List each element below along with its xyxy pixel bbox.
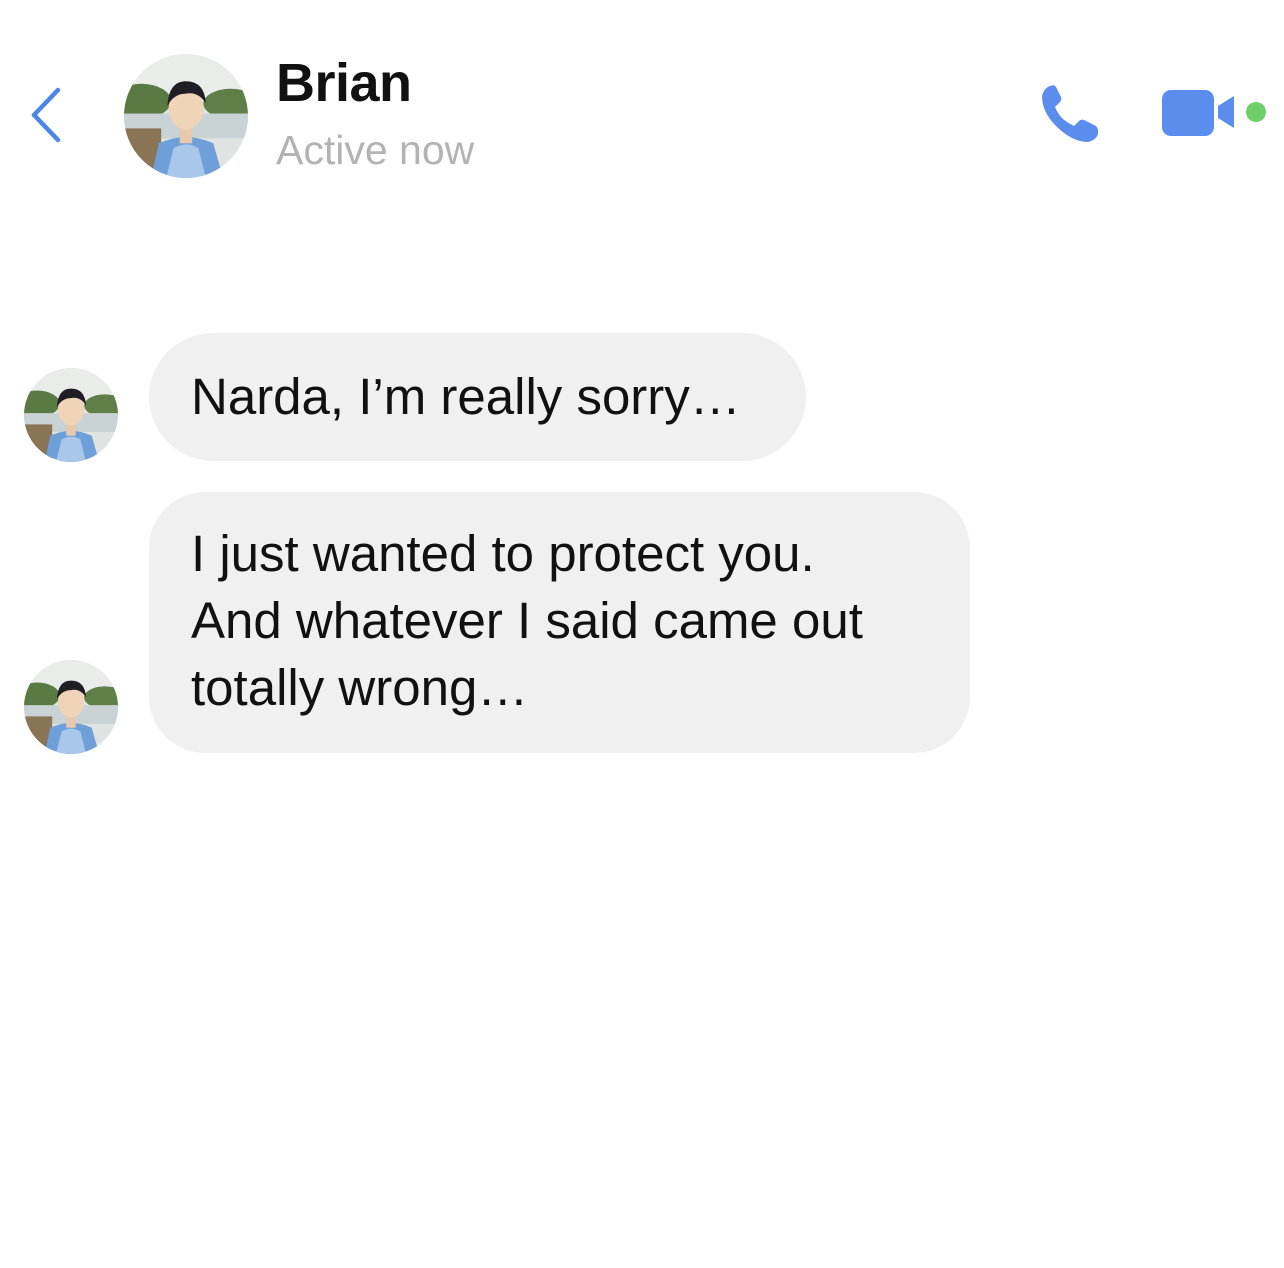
video-call-button[interactable] <box>1160 86 1244 138</box>
message-bubble[interactable]: I just wanted to protect you. And whatev… <box>149 492 970 753</box>
message-text: Narda, I’m really sorry… <box>191 368 741 425</box>
message-text-line: totally wrong… <box>191 659 529 716</box>
back-button[interactable] <box>22 80 72 150</box>
contact-avatar[interactable] <box>124 54 248 178</box>
voice-call-button[interactable] <box>1036 80 1104 148</box>
active-indicator-dot <box>1246 102 1266 122</box>
chevron-left-icon <box>31 87 61 143</box>
phone-icon <box>1042 85 1098 142</box>
chat-header: Brian Active now <box>0 0 1284 220</box>
message-bubble[interactable]: Narda, I’m really sorry… <box>149 333 806 461</box>
sender-avatar[interactable] <box>24 368 118 462</box>
contact-name: Brian <box>276 53 412 113</box>
active-status: Active now <box>276 127 475 173</box>
video-camera-icon <box>1162 90 1234 136</box>
message-text-line: I just wanted to protect you. <box>191 525 815 582</box>
message-text-line: And whatever I said came out <box>191 592 863 649</box>
sender-avatar[interactable] <box>24 660 118 754</box>
